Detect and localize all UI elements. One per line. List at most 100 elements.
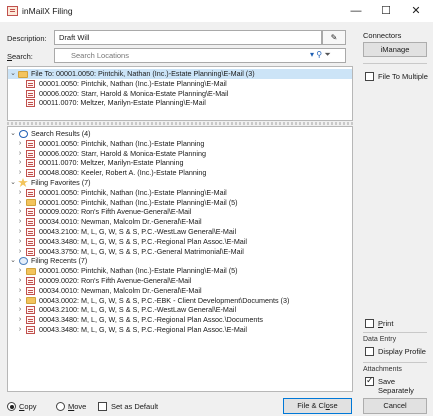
list-item[interactable]: › 00009.0020: Ron's Fifth Avenue-General\… <box>8 276 352 286</box>
list-item[interactable]: › 00043.3480: M, L, G, W, S & S, P.C.-Reg… <box>8 315 352 325</box>
display-profile-checkbox[interactable] <box>365 347 374 356</box>
search-results-header[interactable]: ⌄ Search Results (4) <box>8 129 352 139</box>
list-item[interactable]: › 00034.0010: Newman, Malcolm Dr.-General… <box>8 217 352 227</box>
edit-description-button[interactable]: ✎ <box>322 30 346 45</box>
set-as-default-label: Set as Default <box>111 402 159 411</box>
file-to-pane: ⌄ File To: 00001.0050: Pintchik, Nathan … <box>7 66 353 121</box>
pane-splitter[interactable] <box>7 122 353 125</box>
list-item[interactable]: 00001.0050: Pintchik, Nathan (Inc.)-Esta… <box>8 79 352 89</box>
list-item[interactable]: 00011.0070: Meltzer, Marilyn-Estate Plan… <box>8 98 352 108</box>
file-to-multiple-label: File To Multiple <box>378 72 428 81</box>
folder-icon <box>26 267 36 275</box>
list-item[interactable]: › 00043.3480: M, L, G, W, S & S, P.C.-Reg… <box>8 237 352 247</box>
chevron-right-icon[interactable]: › <box>16 217 24 227</box>
search-icon[interactable]: ⚲ <box>316 50 322 59</box>
locations-tree: ⌄ Search Results (4) › 00001.0050: Pintch… <box>7 126 353 392</box>
divider <box>363 332 427 333</box>
chevron-right-icon[interactable]: › <box>16 296 24 306</box>
chevron-right-icon[interactable]: › <box>16 286 24 296</box>
document-icon <box>26 316 35 325</box>
document-icon <box>26 286 35 295</box>
display-profile-label: Display Profile <box>378 347 426 356</box>
chevron-down-icon[interactable]: ⌄ <box>9 129 17 139</box>
close-button[interactable]: ✕ <box>401 0 431 22</box>
chevron-down-icon[interactable]: ⌄ <box>9 69 17 79</box>
list-item[interactable]: › 00043.2100: M, L, G, W, S & S, P.C.-Wes… <box>8 227 352 237</box>
chevron-right-icon[interactable]: › <box>16 158 24 168</box>
description-field[interactable]: Draft Will <box>54 30 322 45</box>
print-label: Print <box>378 319 394 328</box>
window-title: inMailX Filing <box>22 6 73 16</box>
set-as-default-checkbox[interactable] <box>98 402 107 411</box>
chevron-right-icon[interactable]: › <box>16 237 24 247</box>
list-item[interactable]: › 00043.3750: M, L, G, W, S & S, P.C.-Gen… <box>8 247 352 257</box>
connectors-title: Connectors <box>363 31 402 40</box>
favorites-star-icon <box>18 177 28 187</box>
chevron-right-icon[interactable]: › <box>16 198 24 208</box>
file-to-header-row[interactable]: ⌄ File To: 00001.0050: Pintchik, Nathan … <box>8 69 352 79</box>
list-item[interactable]: › 00006.0020: Starr, Harold & Monica-Esta… <box>8 149 352 159</box>
list-item[interactable]: › 00048.0080: Keeler, Robert A. (Inc.)-Es… <box>8 168 352 178</box>
document-icon <box>26 99 35 108</box>
document-icon <box>26 247 35 256</box>
file-to-multiple-checkbox[interactable] <box>365 72 374 81</box>
filing-recents-header[interactable]: ⌄ Filing Recents (7) <box>8 256 352 266</box>
list-item[interactable]: › 00011.0070: Meltzer, Marilyn-Estate Pla… <box>8 158 352 168</box>
app-icon <box>7 6 18 16</box>
list-item[interactable]: › 00043.0002: M, L, G, W, S & S, P.C.-EBK… <box>8 296 352 306</box>
move-radio[interactable] <box>56 402 65 411</box>
chevron-down-icon[interactable]: ⌄ <box>9 256 17 266</box>
maximize-button[interactable]: ☐ <box>371 0 401 22</box>
chevron-right-icon[interactable]: › <box>16 315 24 325</box>
chevron-right-icon[interactable]: › <box>16 149 24 159</box>
list-item[interactable]: › 00009.0020: Ron's Fifth Avenue-General\… <box>8 207 352 217</box>
chevron-right-icon[interactable]: › <box>16 168 24 178</box>
folder-icon <box>26 297 36 305</box>
search-dropdown-icon[interactable]: ▾ <box>310 50 314 59</box>
move-label: Move <box>68 402 87 411</box>
chevron-down-icon[interactable]: ⌄ <box>9 178 17 188</box>
chevron-right-icon[interactable]: › <box>16 227 24 237</box>
file-and-close-button[interactable]: File & Close <box>283 398 352 414</box>
chevron-right-icon[interactable]: › <box>16 188 24 198</box>
chevron-right-icon[interactable]: › <box>16 325 24 335</box>
list-item[interactable]: › 00043.3480: M, L, G, W, S & S, P.C.-Reg… <box>8 325 352 335</box>
list-item[interactable]: › 00001.0050: Pintchik, Nathan (Inc.)-Est… <box>8 188 352 198</box>
data-entry-title: Data Entry <box>363 336 397 343</box>
document-icon <box>26 169 35 178</box>
document-icon <box>26 79 35 88</box>
divider <box>363 362 427 363</box>
list-item[interactable]: › 00034.0010: Newman, Malcolm Dr.-General… <box>8 286 352 296</box>
filing-favorites-header[interactable]: ⌄ Filing Favorites (7) <box>8 177 352 188</box>
chevron-right-icon[interactable]: › <box>16 139 24 149</box>
cancel-button[interactable]: Cancel <box>363 398 427 414</box>
list-item[interactable]: 00006.0020: Starr, Harold & Monica-Estat… <box>8 89 352 99</box>
document-icon <box>26 276 35 285</box>
folder-icon <box>18 70 28 78</box>
copy-radio[interactable] <box>7 402 16 411</box>
description-label: Description: <box>7 34 47 43</box>
print-checkbox[interactable] <box>365 319 374 328</box>
chevron-right-icon[interactable]: › <box>16 305 24 315</box>
list-item[interactable]: › 00043.2100: M, L, G, W, S & S, P.C.-Wes… <box>8 305 352 315</box>
divider <box>363 63 427 64</box>
imanage-button[interactable]: iManage <box>363 42 427 57</box>
chevron-right-icon[interactable]: › <box>16 276 24 286</box>
save-separately-checkbox[interactable] <box>365 375 374 386</box>
document-icon <box>26 188 35 197</box>
pencil-icon: ✎ <box>330 33 338 42</box>
list-item[interactable]: › 00001.0050: Pintchik, Nathan (Inc.)-Est… <box>8 266 352 276</box>
chevron-right-icon[interactable]: › <box>16 266 24 276</box>
attachments-title: Attachments <box>363 366 402 373</box>
chevron-right-icon[interactable]: › <box>16 247 24 257</box>
document-icon <box>26 237 35 246</box>
chevron-right-icon[interactable]: › <box>16 207 24 217</box>
document-icon <box>26 89 35 98</box>
search-input[interactable]: Search Locations <box>54 48 346 63</box>
filter-icon[interactable]: ⏷ <box>324 50 330 59</box>
document-icon <box>26 159 35 168</box>
recent-history-icon <box>19 257 28 266</box>
minimize-button[interactable]: — <box>341 0 371 22</box>
list-item[interactable]: › 00001.0050: Pintchik, Nathan (Inc.)-Est… <box>8 198 352 208</box>
list-item[interactable]: › 00001.0050: Pintchik, Nathan (Inc.)-Est… <box>8 139 352 149</box>
